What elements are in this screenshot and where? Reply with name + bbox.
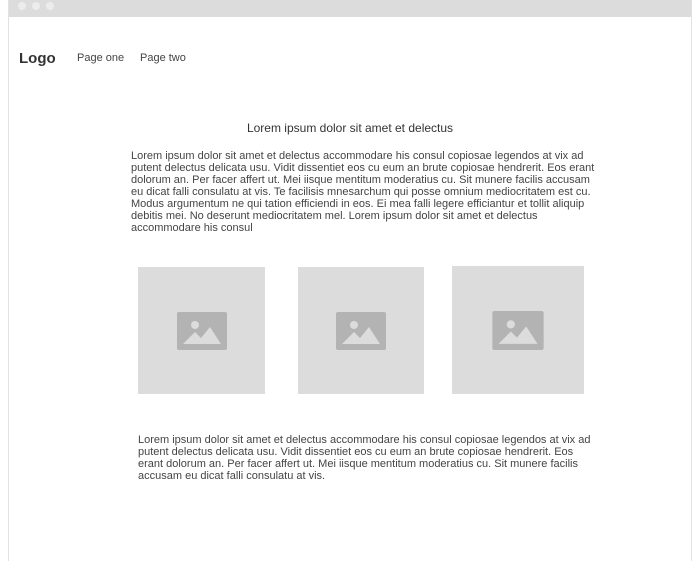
section-heading: Lorem ipsum dolor sit amet et delectus <box>246 121 454 135</box>
image-icon <box>176 311 227 350</box>
image-icon <box>492 310 544 350</box>
image-icon <box>336 311 386 350</box>
window-control-minimize[interactable] <box>32 2 40 10</box>
nav-link-page-one[interactable]: Page one <box>77 52 124 64</box>
nav-link-page-two[interactable]: Page two <box>140 52 186 64</box>
body-paragraph-1: Lorem ipsum dolor sit amet et delectus a… <box>131 150 595 234</box>
browser-window: Logo Page one Page two Lorem ipsum dolor… <box>8 0 692 561</box>
window-titlebar <box>9 0 691 17</box>
body-paragraph-2: Lorem ipsum dolor sit amet et delectus a… <box>138 434 591 482</box>
window-control-close[interactable] <box>18 2 26 10</box>
logo[interactable]: Logo <box>19 50 56 67</box>
image-placeholder-3 <box>452 266 584 394</box>
image-placeholder-1 <box>138 267 265 394</box>
window-control-maximize[interactable] <box>46 2 54 10</box>
image-placeholder-2 <box>298 267 424 394</box>
